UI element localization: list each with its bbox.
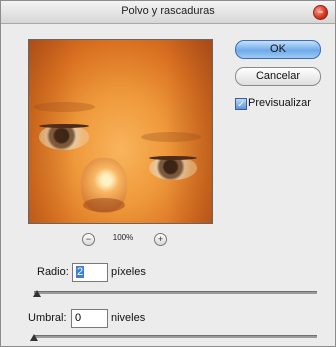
threshold-slider-track[interactable]	[34, 335, 317, 338]
preview-checkbox[interactable]: ✓	[235, 98, 247, 110]
preview-label: Previsualizar	[248, 97, 311, 109]
minus-circle-icon: −	[85, 234, 92, 244]
title-bar[interactable]: Polvo y rascaduras −	[1, 1, 335, 24]
close-icon: −	[317, 7, 324, 17]
checkmark-icon: ✓	[237, 99, 245, 109]
cancel-button[interactable]: Cancelar	[235, 67, 321, 86]
threshold-label: Umbral:	[28, 312, 67, 324]
dialog-title: Polvo y rascaduras	[121, 5, 215, 17]
zoom-level: 100%	[112, 233, 134, 242]
radius-value: 2	[76, 266, 85, 278]
radius-label: Radio:	[37, 266, 69, 278]
radius-slider-thumb[interactable]	[33, 290, 41, 297]
radius-unit: píxeles	[111, 266, 146, 278]
zoom-controls: − 100% +	[28, 233, 211, 247]
radius-input[interactable]: 2	[72, 263, 108, 282]
radius-slider-track[interactable]	[34, 291, 317, 294]
face-shading	[29, 40, 212, 223]
threshold-slider-thumb[interactable]	[30, 334, 38, 341]
preview-image[interactable]	[28, 39, 213, 224]
dust-and-scratches-dialog: Polvo y rascaduras − − 100% + OK Cancela…	[0, 0, 336, 347]
zoom-in-button[interactable]: +	[154, 233, 167, 246]
threshold-input[interactable]: 0	[71, 309, 108, 328]
close-button[interactable]: −	[313, 5, 328, 20]
plus-circle-icon: +	[157, 234, 164, 244]
zoom-out-button[interactable]: −	[82, 233, 95, 246]
ok-button[interactable]: OK	[235, 40, 321, 59]
threshold-unit: niveles	[111, 312, 146, 324]
